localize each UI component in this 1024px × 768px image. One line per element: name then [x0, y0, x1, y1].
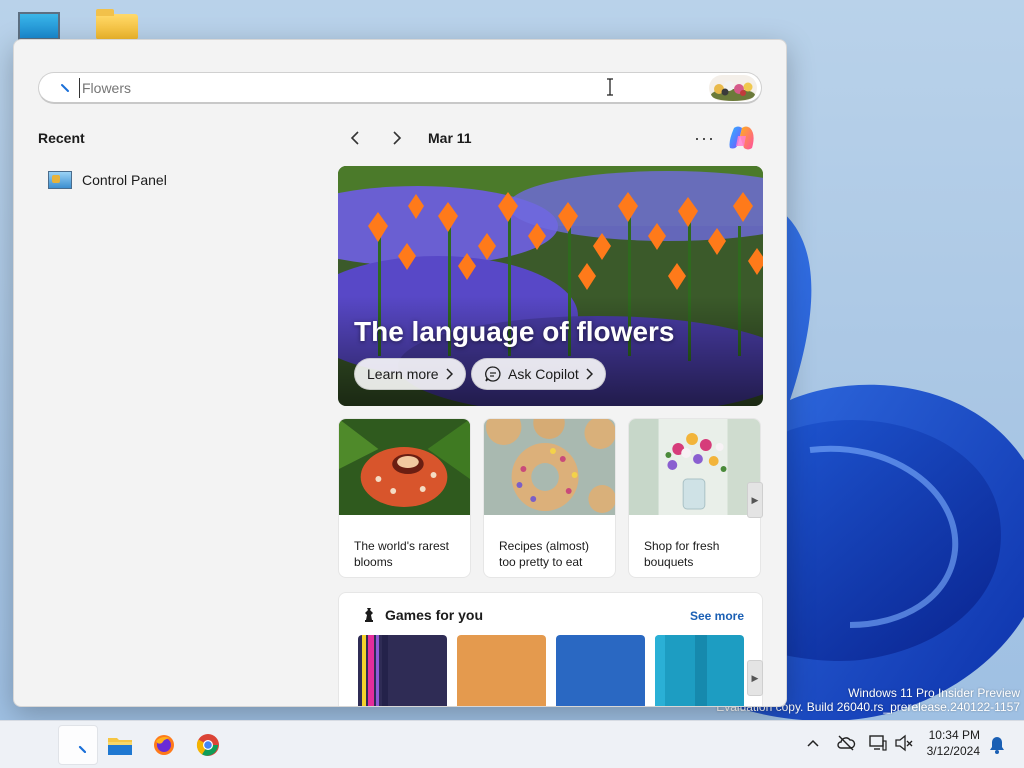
notification-bell-icon[interactable]	[988, 735, 1006, 755]
taskbar-chrome[interactable]	[188, 725, 228, 765]
cloud-offline-icon[interactable]	[836, 733, 856, 753]
previous-button[interactable]	[344, 126, 368, 150]
copilot-icon[interactable]	[726, 122, 758, 154]
taskbar-file-explorer[interactable]	[100, 725, 140, 765]
search-box[interactable]	[38, 72, 762, 104]
games-heading: Games for you	[361, 607, 483, 623]
ask-copilot-button[interactable]: Ask Copilot	[471, 358, 606, 390]
search-input[interactable]	[79, 78, 639, 98]
ask-copilot-label: Ask Copilot	[508, 366, 579, 382]
learn-more-button[interactable]: Learn more	[354, 358, 466, 390]
games-title: Games for you	[385, 607, 484, 623]
chevron-right-icon	[393, 131, 402, 145]
firefox-icon	[154, 735, 174, 755]
card-image-flower-tarts	[484, 419, 615, 515]
network-icon[interactable]	[868, 733, 888, 753]
card-image-bouquet	[629, 419, 760, 515]
card-caption: Shop for fresh bouquets	[644, 539, 720, 569]
desktop-icon-folder[interactable]	[96, 9, 138, 40]
game-thumbnail	[655, 635, 744, 706]
chat-bubble-icon	[485, 366, 501, 382]
card-recipes[interactable]: Recipes (almost) too pretty to eat	[483, 418, 616, 578]
game-tile[interactable]	[655, 635, 744, 706]
card-image-rafflesia	[339, 419, 470, 515]
games-section: Games for you See more	[338, 592, 763, 706]
search-icon	[61, 84, 69, 92]
search-icon	[78, 745, 86, 753]
chevron-left-icon	[350, 131, 359, 145]
game-tile[interactable]	[457, 635, 546, 706]
hero-card[interactable]: The language of flowers Learn more Ask C…	[338, 166, 763, 406]
games-scroll-right-button[interactable]: ▶	[747, 660, 763, 696]
more-options-button[interactable]: ···	[694, 128, 715, 149]
chevron-right-icon	[446, 368, 453, 380]
folder-icon	[108, 738, 132, 755]
recent-item-control-panel[interactable]: Control Panel	[48, 168, 167, 192]
desktop-icon-this-pc[interactable]	[18, 12, 60, 40]
chevron-up-icon[interactable]	[806, 733, 820, 753]
recent-item-label: Control Panel	[82, 172, 167, 188]
game-thumbnail	[358, 635, 447, 706]
see-more-link[interactable]: See more	[690, 609, 744, 623]
clock-date: 3/12/2024	[926, 744, 980, 758]
game-tile[interactable]	[556, 635, 645, 706]
card-caption: The world's rarest blooms	[354, 539, 449, 569]
game-tile[interactable]	[358, 635, 447, 706]
volume-muted-icon[interactable]	[894, 733, 914, 753]
card-bouquets[interactable]: Shop for fresh bouquets	[628, 418, 761, 578]
taskbar-search-button[interactable]	[58, 725, 98, 765]
taskbar: 10:34 PM 3/12/2024	[0, 720, 1024, 768]
text-cursor-icon	[607, 78, 613, 96]
highlights-nav: Mar 11	[344, 126, 472, 150]
clock-time: 10:34 PM	[928, 728, 980, 742]
next-button[interactable]	[384, 126, 408, 150]
chrome-icon	[196, 734, 219, 756]
card-rarest-blooms[interactable]: The world's rarest blooms	[338, 418, 471, 578]
card-caption: Recipes (almost) too pretty to eat	[499, 539, 590, 569]
taskbar-firefox[interactable]	[144, 725, 184, 765]
taskbar-clock[interactable]: 10:34 PM 3/12/2024	[918, 727, 980, 759]
highlights-date: Mar 11	[428, 130, 472, 146]
control-panel-icon	[48, 171, 72, 189]
recent-heading: Recent	[38, 130, 85, 146]
learn-more-label: Learn more	[367, 366, 439, 382]
chevron-right-icon	[586, 368, 593, 380]
search-panel: Recent Control Panel Mar 11 ···	[13, 39, 787, 707]
cards-scroll-right-button[interactable]: ▶	[747, 482, 763, 518]
chess-piece-icon	[365, 608, 373, 622]
search-highlight-flowers-icon[interactable]	[709, 75, 757, 101]
hero-title: The language of flowers	[354, 316, 675, 347]
